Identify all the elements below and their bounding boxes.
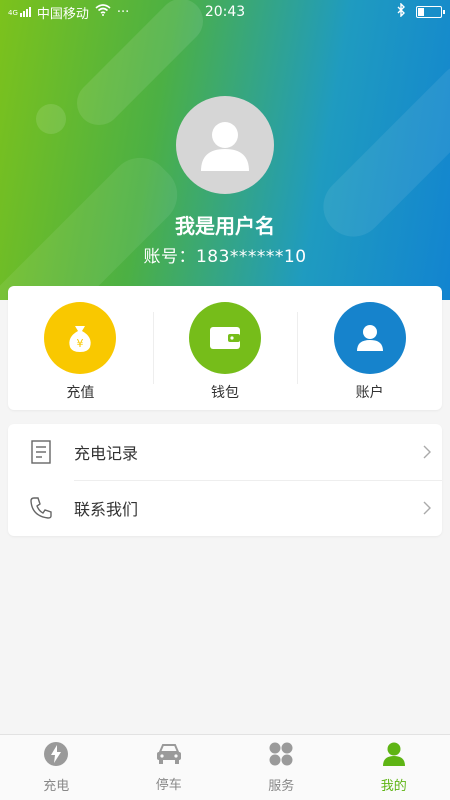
wifi-icon	[95, 4, 111, 20]
username: 我是用户名	[175, 214, 275, 238]
contact-us-item[interactable]: 联系我们	[8, 480, 442, 536]
bluetooth-icon	[396, 2, 406, 21]
recharge-button[interactable]: ¥ 充值	[8, 286, 153, 410]
wallet-icon	[189, 302, 261, 374]
car-icon	[155, 742, 183, 770]
svg-text:¥: ¥	[77, 337, 84, 350]
decorative-dot	[36, 104, 66, 134]
document-icon	[8, 440, 74, 464]
user-silhouette-icon	[201, 122, 249, 171]
account-number: 账号：183******10	[143, 247, 307, 267]
tab-charging[interactable]: 充电	[0, 735, 113, 800]
tab-mine[interactable]: 我的	[338, 735, 450, 800]
clover-icon	[268, 741, 294, 771]
tab-label: 我的	[380, 779, 407, 794]
phone-icon	[8, 496, 74, 520]
profile-header: 4G 中国移动 ··· 20:43 我是用户名 账号：183******10	[0, 0, 450, 300]
contact-us-label: 联系我们	[74, 500, 139, 519]
wallet-label: 钱包	[211, 385, 239, 401]
menu-card: 充电记录 联系我们	[8, 424, 442, 536]
charging-records-label: 充电记录	[74, 444, 139, 463]
status-bar: 4G 中国移动 ··· 20:43	[0, 0, 450, 24]
quick-actions-card: ¥ 充值 钱包 账户	[8, 286, 442, 410]
more-indicator: ···	[116, 4, 130, 20]
tab-label: 服务	[268, 779, 295, 794]
account-button[interactable]: 账户	[297, 286, 442, 410]
signal-icon: 4G	[8, 7, 31, 17]
tab-services[interactable]: 服务	[225, 735, 338, 800]
account-label: 账户	[355, 385, 384, 401]
charging-records-item[interactable]: 充电记录	[8, 424, 442, 480]
clock: 20:43	[204, 4, 246, 20]
lightning-icon	[43, 741, 69, 771]
tab-label: 停车	[155, 778, 182, 793]
avatar[interactable]	[176, 96, 274, 194]
tab-parking[interactable]: 停车	[113, 735, 226, 800]
money-bag-icon: ¥	[44, 302, 117, 374]
bottom-tab-bar: 充电 停车 服务 我的	[0, 734, 450, 800]
chevron-right-icon	[412, 501, 442, 515]
wallet-button[interactable]: 钱包	[152, 286, 298, 410]
user-icon	[333, 302, 406, 374]
chevron-right-icon	[412, 445, 442, 459]
recharge-label: 充值	[66, 385, 95, 401]
carrier-name: 中国移动	[36, 6, 89, 22]
tab-label: 充电	[43, 779, 70, 794]
person-icon	[381, 741, 407, 771]
battery-icon	[416, 6, 445, 18]
